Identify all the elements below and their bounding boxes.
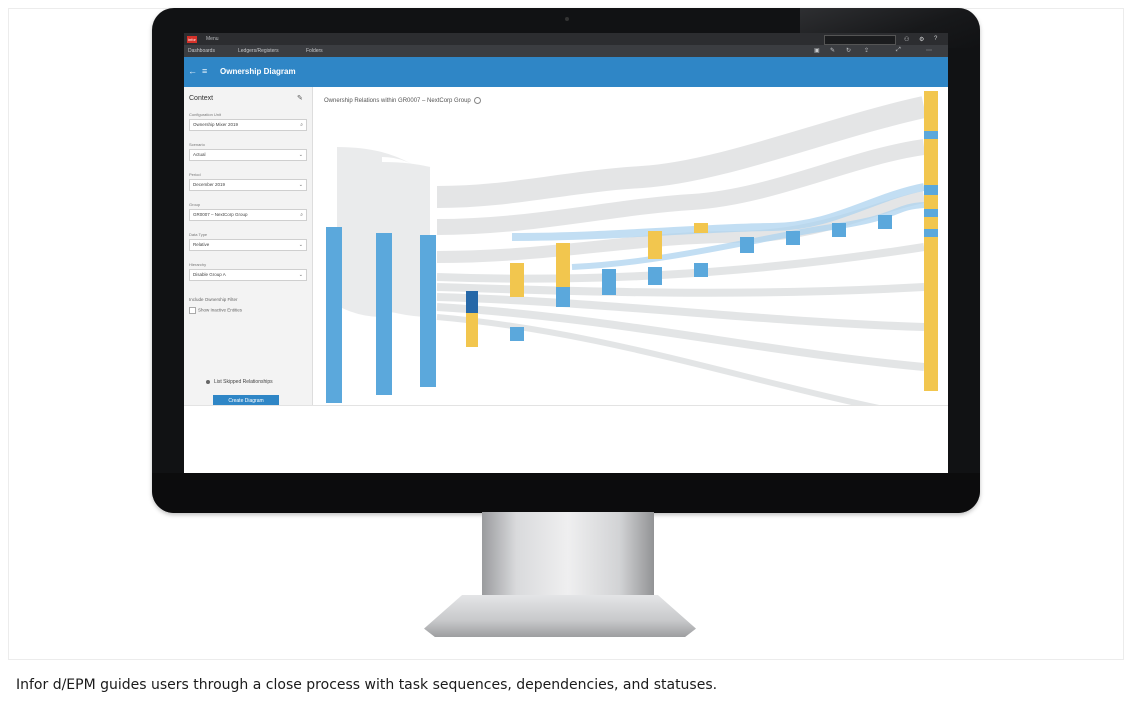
expand-icon[interactable]: ⤢ <box>896 47 901 54</box>
sankey-node[interactable] <box>648 267 662 285</box>
menu-item-ledgers[interactable]: Ledgers/Registers <box>238 48 279 54</box>
help-icon[interactable]: ? <box>934 36 937 42</box>
data-type-select[interactable]: Relative ⌄ <box>189 239 307 251</box>
menu-item-dashboards[interactable]: Dashboards <box>188 48 215 54</box>
pin-icon[interactable]: ✎ <box>297 94 303 102</box>
ownership-filter-label: Include Ownership Filter <box>189 297 238 302</box>
camera-icon <box>565 17 569 21</box>
period-select[interactable]: December 2019 ⌄ <box>189 179 307 191</box>
checkbox-label: Show Inactive Entities <box>198 307 243 313</box>
monitor-chin <box>152 473 980 513</box>
export-icon[interactable]: ⇪ <box>864 47 869 54</box>
hamburger-icon[interactable]: ≡ <box>202 66 207 76</box>
save-icon[interactable]: ▣ <box>814 47 820 54</box>
infor-logo[interactable]: infor <box>187 36 197 43</box>
configuration-unit-lookup[interactable]: Ownership Mixer 2019 ⌕ <box>189 119 307 131</box>
sankey-node[interactable] <box>878 215 892 229</box>
back-icon[interactable]: ← <box>188 66 197 76</box>
sankey-node[interactable] <box>740 237 754 253</box>
group-lookup[interactable]: GR0007 – NextCorp Group ⌕ <box>189 209 307 221</box>
app-menu-label[interactable]: Menu <box>206 36 219 42</box>
field-label: Data Type <box>189 232 208 237</box>
sankey-node[interactable] <box>924 131 938 139</box>
sankey-node[interactable] <box>466 313 478 347</box>
skipped-relationships-toggle[interactable]: List Skipped Relationships <box>206 379 273 385</box>
refresh-icon[interactable]: ↻ <box>846 47 851 54</box>
field-label: Group <box>189 202 201 207</box>
chevron-down-icon: ⌄ <box>298 152 303 158</box>
more-icon[interactable]: ⋯ <box>926 47 932 54</box>
field-data-type: Data Type Relative ⌄ <box>189 231 307 251</box>
radio-dot[interactable] <box>206 379 210 384</box>
sankey-node[interactable] <box>924 209 938 217</box>
sankey-link <box>333 147 413 317</box>
sankey-node[interactable] <box>832 223 846 237</box>
sankey-node[interactable] <box>602 269 616 295</box>
sankey-node[interactable] <box>648 231 662 259</box>
sankey-node[interactable] <box>420 235 436 387</box>
sankey-link <box>436 96 927 208</box>
radio-label: List Skipped Relationships <box>214 379 273 385</box>
sankey-node[interactable] <box>694 263 708 277</box>
monitor-screen: infor Menu ⚇ ⚙ ? Dashboards Ledgers/Regi… <box>184 33 948 473</box>
sankey-node[interactable] <box>924 229 938 237</box>
field-hierarchy: Hierarchy Disable Group A ⌄ <box>189 261 307 281</box>
field-value: Actual <box>193 152 206 157</box>
monitor-stand-neck <box>482 512 654 597</box>
sidebar-header: Context <box>189 95 214 102</box>
user-icon[interactable]: ⚇ <box>904 36 909 43</box>
inactive-entities-checkbox[interactable]: Show Inactive Entities <box>189 307 242 314</box>
sankey-node[interactable] <box>376 233 392 395</box>
lookup-icon[interactable]: ⌕ <box>300 120 303 130</box>
sankey-node[interactable] <box>510 327 524 341</box>
field-label: Scenario <box>189 142 205 147</box>
field-value: GR0007 – NextCorp Group <box>193 212 248 217</box>
field-value: Relative <box>193 242 210 247</box>
settings-icon[interactable]: ⚙ <box>919 36 924 43</box>
app-topbar: infor Menu ⚇ ⚙ ? <box>184 33 948 45</box>
field-scenario: Scenario Actual ⌄ <box>189 141 307 161</box>
monitor-stand-base <box>424 595 696 637</box>
sankey-node[interactable] <box>924 185 938 195</box>
screen-footer-area <box>184 405 948 473</box>
edit-icon[interactable]: ✎ <box>830 47 835 54</box>
hierarchy-select[interactable]: Disable Group A ⌄ <box>189 269 307 281</box>
lookup-icon[interactable]: ⌕ <box>300 210 303 220</box>
scenario-select[interactable]: Actual ⌄ <box>189 149 307 161</box>
field-label: Period <box>189 172 201 177</box>
ownership-sankey-diagram <box>326 91 938 405</box>
page-title: Ownership Diagram <box>220 67 296 76</box>
sankey-node[interactable] <box>326 227 342 403</box>
sankey-node[interactable] <box>510 263 524 297</box>
app-menubar: Dashboards Ledgers/Registers Folders ▣ ✎… <box>184 45 948 57</box>
field-configuration-unit: Configuration Unit Ownership Mixer 2019 ⌕ <box>189 111 307 131</box>
context-sidebar: Context ✎ Configuration Unit Ownership M… <box>184 87 313 407</box>
sankey-node[interactable] <box>694 223 708 233</box>
sankey-node[interactable] <box>466 291 478 313</box>
field-value: Ownership Mixer 2019 <box>193 122 239 127</box>
page-titlebar: ← ≡ Ownership Diagram <box>184 57 948 87</box>
chevron-down-icon: ⌄ <box>298 242 303 248</box>
menu-item-folders[interactable]: Folders <box>306 48 323 54</box>
chevron-down-icon: ⌄ <box>298 182 303 188</box>
image-caption: Infor d/EPM guides users through a close… <box>16 677 718 693</box>
field-group: Group GR0007 – NextCorp Group ⌕ <box>189 201 307 221</box>
field-value: December 2019 <box>193 182 226 187</box>
sankey-node[interactable] <box>786 231 800 245</box>
field-label: Hierarchy <box>189 262 207 267</box>
sankey-node[interactable] <box>556 287 570 307</box>
chevron-down-icon: ⌄ <box>298 272 303 278</box>
checkbox-box[interactable] <box>189 307 196 314</box>
field-value: Disable Group A <box>193 272 226 277</box>
search-input[interactable] <box>824 35 896 45</box>
sankey-node[interactable] <box>556 243 570 287</box>
field-label: Configuration Unit <box>189 112 222 117</box>
field-period: Period December 2019 ⌄ <box>189 171 307 191</box>
